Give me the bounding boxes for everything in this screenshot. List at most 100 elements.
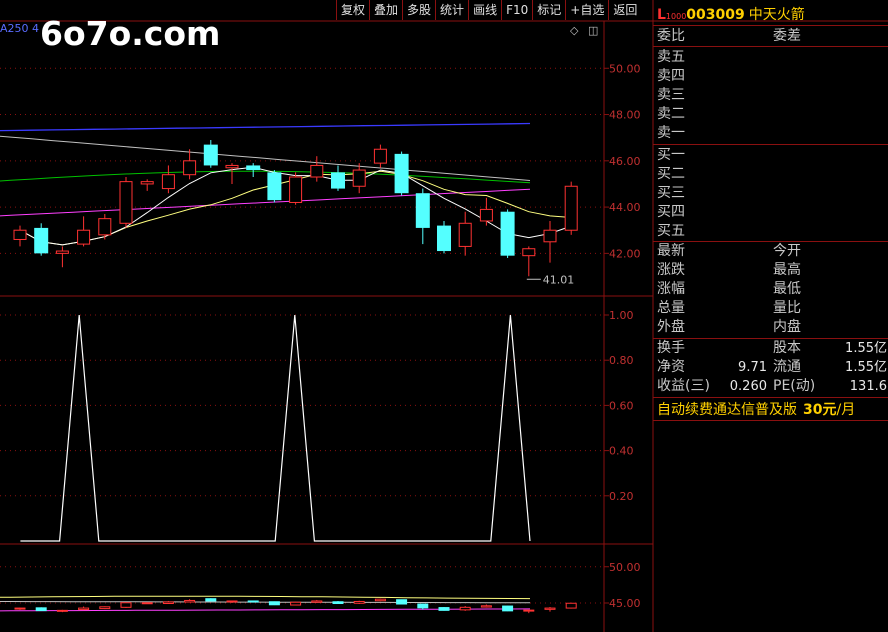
y-tick-label: 42.00 <box>609 247 641 260</box>
fuquan-button[interactable]: 复权 <box>336 0 369 20</box>
candle-up <box>543 229 557 243</box>
y-tick-label: 46.00 <box>609 155 641 168</box>
candle-up <box>544 607 556 610</box>
candle-up <box>161 174 175 190</box>
open-label: 今开 <box>773 243 801 259</box>
y-tick-label: 45.00 <box>609 597 641 610</box>
candle-up <box>14 607 26 610</box>
weicha-label: 委差 <box>773 28 801 44</box>
candle-up <box>458 222 472 247</box>
ma-yellow-line <box>0 595 531 600</box>
ma-blue-line <box>0 122 531 132</box>
sell-4-label: 卖四 <box>657 68 685 84</box>
sell-3-label: 卖三 <box>657 87 685 103</box>
candle-up <box>119 181 133 224</box>
candle-up <box>56 609 68 612</box>
candle-up <box>523 609 535 612</box>
candle-up <box>183 160 197 176</box>
candle-up <box>290 601 302 606</box>
candle-down <box>34 227 49 254</box>
y-tick-label: 0.60 <box>609 399 634 412</box>
share-capital-value: 1.55亿 <box>845 341 887 356</box>
f10-button[interactable]: F10 <box>501 0 532 20</box>
indicator-line <box>20 314 531 542</box>
promo-unit: /月 <box>836 402 856 418</box>
buy-2-label: 买二 <box>657 166 685 182</box>
share-capital-label: 股本 <box>773 340 801 356</box>
candle-up <box>311 600 323 603</box>
eps-label: 收益(三) <box>657 378 710 394</box>
pe-value: 131.6 <box>849 379 887 394</box>
eps-value: 0.260 <box>729 379 767 394</box>
weibi-label: 委比 <box>657 28 685 44</box>
outer-label: 外盘 <box>657 319 685 335</box>
candle-down <box>417 603 429 609</box>
y-tick-label: 0.40 <box>609 445 634 458</box>
diamond-icon[interactable]: ◇ <box>570 24 578 37</box>
quote-panel: L1000003009 中天火箭 委比 委差 卖五 卖四 卖三 卖二 卖一 买一 … <box>653 0 888 632</box>
candle-down <box>35 607 47 612</box>
candle-down <box>203 144 218 166</box>
candle-up <box>564 185 578 231</box>
ma-indicator-label: A250 4 <box>0 22 40 35</box>
net-asset-label: 净资 <box>657 359 685 375</box>
market-sub: 1000 <box>665 12 687 21</box>
candle-down <box>247 600 259 603</box>
candle-up <box>99 606 111 610</box>
candle-down <box>332 601 344 605</box>
promo-banner[interactable]: 自动续费通达信普及版 30元/月 <box>657 399 855 419</box>
sell-5-label: 卖五 <box>657 49 685 65</box>
panel-divider <box>653 338 888 339</box>
candle-up <box>374 598 386 602</box>
float-value: 1.55亿 <box>845 360 887 375</box>
latest-label: 最新 <box>657 243 685 259</box>
ma-green-line <box>0 170 531 184</box>
draw-line-button[interactable]: 画线 <box>468 0 501 20</box>
turnover-value <box>703 339 767 358</box>
change-pct-label: 涨幅 <box>657 281 685 297</box>
y-tick-label: 44.00 <box>609 201 641 214</box>
y-tick-label: 0.80 <box>609 354 634 367</box>
candle-up <box>565 602 577 609</box>
mark-button[interactable]: 标记 <box>532 0 565 20</box>
candle-up <box>162 601 174 605</box>
y-tick-label: 50.00 <box>609 561 641 574</box>
panel-divider <box>653 46 888 47</box>
change-label: 涨跌 <box>657 262 685 278</box>
stock-name: 中天火箭 <box>748 7 805 23</box>
low-annotation-label: 41.01 <box>543 273 575 286</box>
multi-stock-button[interactable]: 多股 <box>402 0 435 20</box>
panel-divider <box>653 144 888 145</box>
inner-label: 内盘 <box>773 319 801 335</box>
panel-divider <box>653 25 888 26</box>
candle-down <box>331 172 345 189</box>
panel-divider <box>653 397 888 398</box>
y-tick-label: 1.00 <box>609 309 634 322</box>
y-tick-label: 48.00 <box>609 109 641 122</box>
candle-up <box>373 148 387 164</box>
overlay-button[interactable]: 叠加 <box>369 0 402 20</box>
sell-1-label: 卖一 <box>657 125 685 141</box>
buy-4-label: 买四 <box>657 204 685 220</box>
candle-up <box>480 605 492 608</box>
candle-up <box>479 208 493 222</box>
window-toggle-icon[interactable]: ◫ <box>588 24 598 37</box>
pe-label: PE(动) <box>773 378 816 394</box>
candle-down <box>394 153 409 194</box>
ma-magenta-line <box>0 188 531 217</box>
net-asset-value: 9.71 <box>738 360 767 375</box>
back-button[interactable]: 返回 <box>608 0 641 20</box>
ma-gray-line <box>0 135 531 181</box>
sell-2-label: 卖二 <box>657 106 685 122</box>
candle-up <box>289 176 303 203</box>
candle-down <box>267 172 282 201</box>
candle-down <box>500 211 515 256</box>
promo-price: 30元 <box>803 402 837 418</box>
candle-down <box>205 598 217 602</box>
statistics-button[interactable]: 统计 <box>435 0 468 20</box>
buy-1-label: 买一 <box>657 147 685 163</box>
buy-5-label: 买五 <box>657 223 685 239</box>
add-watchlist-button[interactable]: +自选 <box>565 0 608 20</box>
candle-up <box>120 602 132 608</box>
candle-up <box>352 169 366 187</box>
